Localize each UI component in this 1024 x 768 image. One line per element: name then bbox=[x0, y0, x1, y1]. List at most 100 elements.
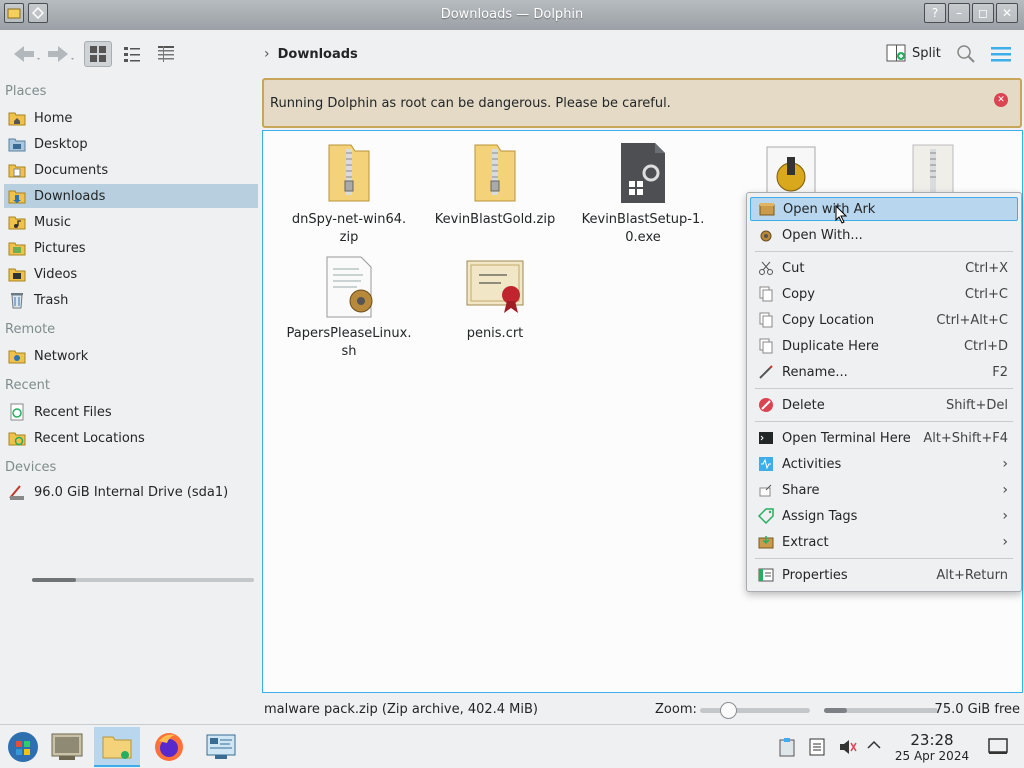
maximize-button[interactable]: ◻ bbox=[972, 3, 994, 23]
music-folder-icon bbox=[8, 216, 26, 230]
zoom-slider[interactable] bbox=[700, 702, 810, 719]
free-space-fill bbox=[824, 708, 847, 713]
submenu-arrow-icon: › bbox=[1002, 482, 1008, 498]
menu-item-shortcut: Alt+Return bbox=[936, 567, 1008, 583]
downloads-folder-icon bbox=[8, 190, 26, 204]
taskbar-dolphin[interactable] bbox=[94, 727, 140, 767]
close-icon[interactable]: ✕ bbox=[994, 93, 1008, 107]
rename-icon bbox=[759, 365, 773, 379]
sidebar-item-documents[interactable]: Documents bbox=[4, 158, 258, 182]
back-button[interactable] bbox=[12, 41, 42, 67]
certificate-icon bbox=[466, 260, 524, 313]
menu-item-rename[interactable]: Rename... F2 bbox=[750, 360, 1018, 384]
menu-item-label: Open Terminal Here bbox=[782, 430, 911, 446]
file-item[interactable]: penis.crt bbox=[425, 255, 565, 343]
taskbar-firefox[interactable] bbox=[146, 727, 192, 767]
clock-time: 23:28 bbox=[910, 731, 954, 749]
free-space-label: 75.0 GiB free bbox=[934, 702, 1020, 717]
sidebar-item-videos[interactable]: Videos bbox=[4, 262, 258, 286]
file-item[interactable]: PapersPleaseLinux. sh bbox=[279, 255, 419, 361]
menu-item-share[interactable]: Share › bbox=[750, 478, 1018, 502]
minimize-button[interactable]: – bbox=[948, 3, 970, 23]
file-item[interactable]: KevinBlastSetup-1. 0.exe bbox=[573, 141, 713, 247]
submenu-arrow-icon: › bbox=[1002, 508, 1008, 524]
sidebar-item-label: Documents bbox=[34, 162, 109, 178]
menu-item-copy-location[interactable]: Copy Location Ctrl+Alt+C bbox=[750, 308, 1018, 332]
split-button[interactable]: Split bbox=[886, 44, 941, 62]
details-view-button[interactable] bbox=[152, 41, 180, 67]
extract-icon bbox=[758, 536, 774, 549]
menu-item-shortcut: Ctrl+Alt+C bbox=[936, 312, 1008, 328]
clipboard-tray-icon[interactable] bbox=[778, 737, 796, 761]
menu-item-duplicate-here[interactable]: Duplicate Here Ctrl+D bbox=[750, 334, 1018, 358]
sidebar-item-network[interactable]: Network bbox=[4, 344, 258, 368]
menu-item-activities[interactable]: Activities › bbox=[750, 452, 1018, 476]
taskbar-system-settings[interactable] bbox=[198, 727, 244, 767]
sidebar-item-recent-files[interactable]: Recent Files bbox=[4, 400, 258, 424]
window-titlebar[interactable]: Downloads — Dolphin ? – ◻ ✕ bbox=[0, 0, 1024, 30]
delete-icon bbox=[759, 398, 773, 412]
recent-header: Recent bbox=[5, 378, 50, 393]
menu-separator bbox=[755, 558, 1013, 559]
menu-item-properties[interactable]: Properties Alt+Return bbox=[750, 563, 1018, 587]
menu-item-copy[interactable]: Copy Ctrl+C bbox=[750, 282, 1018, 306]
forward-button[interactable] bbox=[46, 41, 76, 67]
volume-muted-icon[interactable] bbox=[838, 737, 858, 761]
sidebar-item-label: Home bbox=[34, 110, 73, 126]
digital-clock[interactable]: 23:28 25 Apr 2024 bbox=[890, 731, 974, 763]
sidebar-item-recent-locations[interactable]: Recent Locations bbox=[4, 426, 258, 450]
menu-item-label: Copy Location bbox=[782, 312, 875, 328]
menu-item-open-with[interactable]: Open With... bbox=[750, 223, 1018, 247]
icons-view-button[interactable] bbox=[84, 41, 112, 67]
menu-item-extract[interactable]: Extract › bbox=[750, 530, 1018, 554]
sidebar-item-trash[interactable]: Trash bbox=[4, 288, 258, 312]
file-item[interactable]: dnSpy-net-win64. zip bbox=[279, 141, 419, 247]
menu-item-open-with-ark[interactable]: Open with Ark bbox=[750, 197, 1018, 221]
trash-icon bbox=[11, 293, 23, 309]
zoom-slider-handle[interactable] bbox=[720, 702, 738, 719]
show-desktop-icon[interactable] bbox=[988, 737, 1008, 759]
start-menu-button[interactable] bbox=[0, 727, 46, 767]
sidebar-item-downloads[interactable]: Downloads bbox=[4, 184, 258, 208]
mouse-pointer-icon bbox=[835, 205, 848, 224]
split-view-icon bbox=[886, 44, 906, 62]
breadcrumb-current[interactable]: Downloads bbox=[278, 47, 358, 62]
activities-icon bbox=[759, 457, 773, 471]
sidebar-item-music[interactable]: Music bbox=[4, 210, 258, 234]
free-space-bar[interactable] bbox=[824, 708, 938, 713]
sidebar-item-internal-drive[interactable]: 96.0 GiB Internal Drive (sda1) bbox=[4, 480, 258, 504]
file-name: PapersPleaseLinux. bbox=[286, 326, 412, 341]
taskbar-terminal[interactable] bbox=[44, 727, 90, 767]
file-item[interactable]: KevinBlastGold.zip bbox=[425, 141, 565, 229]
menu-item-label: Rename... bbox=[782, 364, 848, 380]
selection-info: malware pack.zip (Zip archive, 402.4 MiB… bbox=[264, 702, 538, 717]
menu-item-shortcut: Ctrl+X bbox=[965, 260, 1008, 276]
breadcrumb[interactable]: › Downloads bbox=[264, 46, 358, 62]
sidebar-item-label: Desktop bbox=[34, 136, 88, 152]
hamburger-menu-icon[interactable] bbox=[990, 44, 1012, 68]
share-icon bbox=[759, 484, 772, 497]
menu-item-cut[interactable]: Cut Ctrl+X bbox=[750, 256, 1018, 280]
menu-item-delete[interactable]: Delete Shift+Del bbox=[750, 393, 1018, 417]
documents-folder-icon bbox=[8, 164, 26, 178]
menu-separator bbox=[755, 388, 1013, 389]
compact-view-button[interactable] bbox=[118, 41, 146, 67]
cut-icon bbox=[759, 261, 773, 275]
sidebar-item-desktop[interactable]: Desktop bbox=[4, 132, 258, 156]
sidebar-item-pictures[interactable]: Pictures bbox=[4, 236, 258, 260]
close-button[interactable]: ✕ bbox=[996, 3, 1018, 23]
notes-tray-icon[interactable] bbox=[808, 737, 826, 761]
home-folder-icon bbox=[8, 112, 26, 126]
file-name-line2: 0.exe bbox=[625, 230, 661, 245]
split-label: Split bbox=[912, 45, 941, 61]
show-hidden-icons-chevron-icon[interactable] bbox=[866, 737, 882, 757]
help-button[interactable]: ? bbox=[924, 3, 946, 23]
menu-item-open-terminal-here[interactable]: Open Terminal Here Alt+Shift+F4 bbox=[750, 426, 1018, 450]
sidebar-item-home[interactable]: Home bbox=[4, 106, 258, 130]
videos-folder-icon bbox=[8, 268, 26, 282]
places-header: Places bbox=[5, 84, 47, 99]
menu-item-assign-tags[interactable]: Assign Tags › bbox=[750, 504, 1018, 528]
details-view-icon bbox=[158, 46, 174, 62]
duplicate-icon bbox=[759, 338, 773, 354]
search-icon[interactable] bbox=[956, 44, 976, 68]
